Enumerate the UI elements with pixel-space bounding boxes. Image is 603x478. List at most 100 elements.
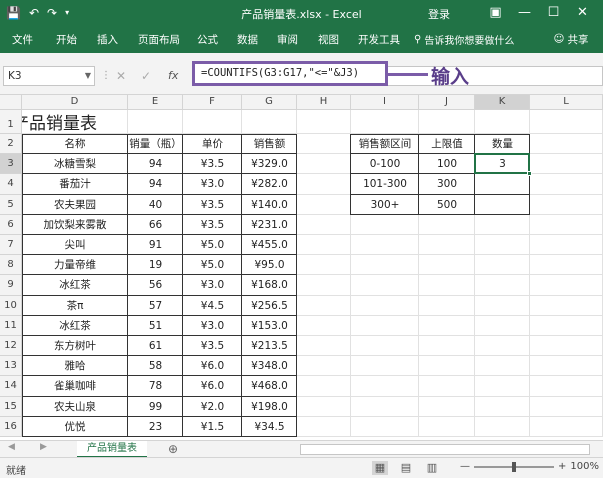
share-button[interactable]: ☺ 共享 — [545, 29, 597, 49]
row-header-11[interactable]: 11 — [0, 315, 22, 336]
cell-h4[interactable] — [297, 174, 351, 195]
row-header-2[interactable]: 2 — [0, 134, 22, 155]
row-header-7[interactable]: 7 — [0, 235, 22, 256]
cell-k6[interactable] — [475, 214, 530, 235]
cell-k9[interactable] — [475, 275, 530, 296]
cell-h11[interactable] — [297, 315, 351, 336]
cell-i11[interactable] — [351, 315, 419, 336]
chevron-down-icon[interactable]: ▼ — [85, 67, 91, 85]
cell-i6[interactable] — [351, 214, 419, 235]
cell-i12[interactable] — [351, 336, 419, 357]
cell-k7[interactable] — [475, 235, 530, 256]
tab-formulas[interactable]: 公式 — [197, 32, 218, 47]
column-header-g[interactable]: G — [242, 95, 297, 110]
zoom-in-icon[interactable]: + — [558, 461, 566, 472]
column-header-k[interactable]: K — [475, 95, 530, 110]
cell-k12[interactable] — [475, 336, 530, 357]
maximize-icon[interactable]: ☐ — [539, 3, 568, 23]
cell-j16[interactable] — [419, 416, 475, 437]
cell-h5[interactable] — [297, 194, 351, 215]
column-header-e[interactable]: E — [128, 95, 183, 110]
row-header-14[interactable]: 14 — [0, 376, 22, 397]
cell-h13[interactable] — [297, 356, 351, 377]
login-link[interactable]: 登录 — [428, 6, 450, 22]
minimize-icon[interactable]: — — [510, 3, 539, 23]
row-header-4[interactable]: 4 — [0, 174, 22, 195]
cell-i15[interactable] — [351, 396, 419, 417]
cell-h6[interactable] — [297, 214, 351, 235]
tab-review[interactable]: 审阅 — [277, 32, 298, 47]
horizontal-scrollbar[interactable] — [300, 444, 590, 455]
prev-sheet-icon[interactable]: ◀ — [8, 442, 15, 452]
cell-j8[interactable] — [419, 255, 475, 276]
cell-j12[interactable] — [419, 336, 475, 357]
column-header-h[interactable]: H — [297, 95, 351, 110]
cell-l9[interactable] — [530, 275, 603, 296]
insert-function-icon[interactable]: fx — [168, 66, 178, 86]
cell-l8[interactable] — [530, 255, 603, 276]
cell-h16[interactable] — [297, 416, 351, 437]
cell-h2[interactable] — [297, 134, 351, 155]
cell-i7[interactable] — [351, 235, 419, 256]
ribbon-display-icon[interactable]: ▣ — [481, 3, 510, 23]
tab-home[interactable]: 开始 — [56, 32, 77, 47]
cell-l1[interactable] — [530, 110, 603, 134]
cell-l11[interactable] — [530, 315, 603, 336]
cell-l12[interactable] — [530, 336, 603, 357]
cell-l2[interactable] — [530, 134, 603, 155]
cell-h15[interactable] — [297, 396, 351, 417]
page-layout-view-icon[interactable]: ▤ — [398, 461, 414, 475]
cell-k10[interactable] — [475, 295, 530, 316]
enter-icon[interactable]: ✓ — [141, 66, 151, 86]
cell-l3[interactable] — [530, 154, 603, 175]
cell-i14[interactable] — [351, 376, 419, 397]
cell-i16[interactable] — [351, 416, 419, 437]
cell-h10[interactable] — [297, 295, 351, 316]
row-header-5[interactable]: 5 — [0, 194, 22, 215]
cell-h9[interactable] — [297, 275, 351, 296]
cell-i9[interactable] — [351, 275, 419, 296]
cell-j1[interactable] — [419, 110, 475, 134]
formula-text[interactable]: =COUNTIFS(G3:G17,"<="&J3) — [192, 61, 388, 86]
cell-l4[interactable] — [530, 174, 603, 195]
cell-l6[interactable] — [530, 214, 603, 235]
cell-j7[interactable] — [419, 235, 475, 256]
cell-h1[interactable] — [297, 110, 351, 134]
zoom-slider-knob[interactable] — [512, 461, 516, 472]
cell-l16[interactable] — [530, 416, 603, 437]
row-header-3[interactable]: 3 — [0, 154, 22, 175]
cell-j15[interactable] — [419, 396, 475, 417]
tab-developer[interactable]: 开发工具 — [358, 32, 400, 47]
select-all-corner[interactable] — [0, 95, 22, 110]
row-header-16[interactable]: 16 — [0, 416, 22, 437]
tab-data[interactable]: 数据 — [237, 32, 258, 47]
column-header-f[interactable]: F — [183, 95, 242, 110]
cell-j9[interactable] — [419, 275, 475, 296]
cell-j6[interactable] — [419, 214, 475, 235]
cell-l15[interactable] — [530, 396, 603, 417]
cell-l7[interactable] — [530, 235, 603, 256]
cell-h14[interactable] — [297, 376, 351, 397]
row-header-12[interactable]: 12 — [0, 336, 22, 357]
cell-h7[interactable] — [297, 235, 351, 256]
cell-i13[interactable] — [351, 356, 419, 377]
tab-insert[interactable]: 插入 — [97, 32, 118, 47]
cell-k14[interactable] — [475, 376, 530, 397]
fill-handle[interactable] — [527, 171, 532, 177]
cancel-icon[interactable]: ✕ — [116, 66, 126, 86]
cell-l5[interactable] — [530, 194, 603, 215]
column-header-i[interactable]: I — [351, 95, 419, 110]
cell-i10[interactable] — [351, 295, 419, 316]
cell-i1[interactable] — [351, 110, 419, 134]
cell-g1[interactable] — [242, 110, 297, 134]
row-header-9[interactable]: 9 — [0, 275, 22, 296]
tab-page-layout[interactable]: 页面布局 — [138, 32, 180, 47]
tab-view[interactable]: 视图 — [318, 32, 339, 47]
row-header-8[interactable]: 8 — [0, 255, 22, 276]
cell-h8[interactable] — [297, 255, 351, 276]
zoom-slider[interactable] — [474, 461, 554, 472]
cell-k1[interactable] — [475, 110, 530, 134]
column-header-l[interactable]: L — [530, 95, 603, 110]
cell-k16[interactable] — [475, 416, 530, 437]
name-box[interactable]: K3 ▼ — [3, 66, 95, 86]
